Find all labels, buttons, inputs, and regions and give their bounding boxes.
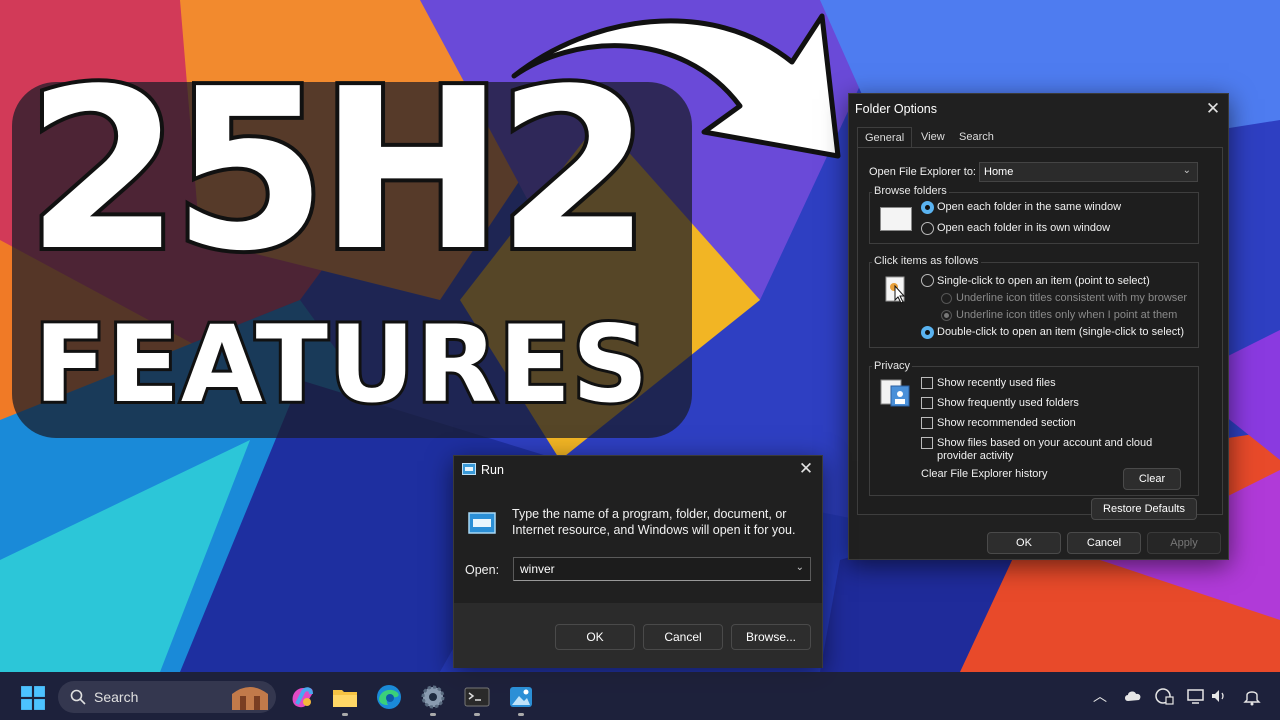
radio-underline-point[interactable]: [941, 310, 952, 321]
tab-view-label: View: [921, 131, 945, 143]
chevron-up-icon[interactable]: ︿: [1090, 686, 1110, 706]
chevron-down-icon[interactable]: ⌄: [796, 562, 804, 573]
chevron-down-icon: ⌄: [1182, 165, 1191, 176]
cancel-button[interactable]: Cancel: [1067, 532, 1141, 554]
browse-folders-label: Browse folders: [872, 185, 949, 197]
run-dialog: Run ✕ Type the name of a program, folder…: [453, 455, 823, 668]
open-explorer-dropdown[interactable]: Home ⌄: [979, 162, 1198, 182]
settings-icon[interactable]: [420, 684, 446, 710]
copilot-icon[interactable]: [289, 684, 315, 710]
taskbar-search-label: Search: [94, 689, 139, 705]
own-window-label[interactable]: Open each folder in its own window: [937, 222, 1110, 234]
run-description: Type the name of a program, folder, docu…: [512, 507, 796, 537]
search-icon: [70, 689, 86, 705]
account-files-label-2[interactable]: provider activity: [937, 450, 1013, 462]
underline-browser-label[interactable]: Underline icon titles consistent with my…: [956, 292, 1187, 304]
radio-own-window[interactable]: [921, 222, 934, 235]
click-items-label: Click items as follows: [872, 255, 981, 267]
start-icon[interactable]: [20, 685, 46, 711]
taskbar-search-box[interactable]: Search: [58, 681, 276, 713]
frequent-folders-label[interactable]: Show frequently used folders: [937, 397, 1079, 409]
checkbox-frequent-folders[interactable]: [921, 397, 933, 409]
window-preview-icon: [880, 207, 912, 231]
browse-folders-group: [869, 192, 1199, 244]
close-icon[interactable]: ✕: [792, 458, 820, 480]
running-indicator: [342, 713, 348, 716]
run-cancel-button[interactable]: Cancel: [643, 624, 723, 650]
running-indicator: [518, 713, 524, 716]
tab-search[interactable]: Search: [952, 127, 1001, 148]
run-program-icon: [468, 512, 496, 534]
vpn-icon[interactable]: [1154, 686, 1174, 706]
radio-single-click[interactable]: [921, 274, 934, 287]
account-files-label-1[interactable]: Show files based on your account and clo…: [937, 437, 1152, 449]
tab-view[interactable]: View: [914, 127, 952, 148]
curved-arrow-icon: [511, 13, 841, 159]
volume-icon[interactable]: [1209, 686, 1229, 706]
photos-icon[interactable]: [508, 684, 534, 710]
radio-same-window[interactable]: [921, 201, 934, 214]
file-explorer-icon[interactable]: [332, 684, 358, 710]
privacy-files-icon: [880, 379, 910, 407]
run-command-input[interactable]: winver ⌄: [513, 557, 811, 581]
tab-strip: General View Search: [857, 127, 1223, 149]
terminal-icon[interactable]: [464, 684, 490, 710]
network-icon[interactable]: [1186, 686, 1206, 706]
run-title: Run: [481, 463, 504, 477]
recommended-label[interactable]: Show recommended section: [937, 417, 1076, 429]
ok-button[interactable]: OK: [987, 532, 1061, 554]
same-window-label[interactable]: Open each folder in the same window: [937, 201, 1121, 213]
open-explorer-value: Home: [984, 166, 1014, 178]
running-indicator: [474, 713, 480, 716]
checkbox-recommended[interactable]: [921, 417, 933, 429]
double-click-label[interactable]: Double-click to open an item (single-cli…: [937, 326, 1184, 338]
tab-general[interactable]: General: [857, 127, 913, 149]
clear-history-button[interactable]: Clear: [1123, 468, 1181, 490]
radio-underline-browser[interactable]: [941, 293, 952, 304]
underline-point-label[interactable]: Underline icon titles only when I point …: [956, 309, 1177, 321]
open-label: Open:: [465, 563, 500, 577]
run-app-icon: [462, 463, 476, 475]
privacy-label: Privacy: [872, 360, 913, 372]
tab-general-label: General: [865, 132, 905, 144]
run-command-value: winver: [520, 562, 555, 576]
taskbar: Search ︿: [0, 672, 1280, 720]
edge-icon[interactable]: [376, 684, 402, 710]
tab-search-label: Search: [959, 131, 994, 143]
restore-defaults-button[interactable]: Restore Defaults: [1091, 498, 1197, 520]
search-highlight-icon: [232, 687, 268, 710]
pointer-document-icon: [885, 276, 906, 304]
clear-history-label: Clear File Explorer history: [921, 468, 1048, 480]
folder-options-dialog: Folder Options ✕ General View Search Ope…: [848, 93, 1229, 560]
radio-double-click[interactable]: [921, 326, 934, 339]
single-click-label[interactable]: Single-click to open an item (point to s…: [937, 275, 1150, 287]
apply-button[interactable]: Apply: [1147, 532, 1221, 554]
run-browse-button[interactable]: Browse...: [731, 624, 811, 650]
folder-options-title: Folder Options: [855, 102, 937, 116]
run-ok-button[interactable]: OK: [555, 624, 635, 650]
checkbox-recent-files[interactable]: [921, 377, 933, 389]
close-icon[interactable]: ✕: [1199, 98, 1227, 120]
notification-icon[interactable]: [1242, 686, 1262, 706]
running-indicator: [430, 713, 436, 716]
checkbox-account-files[interactable]: [921, 437, 933, 449]
cloud-icon[interactable]: [1123, 686, 1143, 706]
headline-features: FEATURES: [31, 303, 651, 426]
open-explorer-label: Open File Explorer to:: [869, 166, 976, 178]
recent-files-label[interactable]: Show recently used files: [937, 377, 1056, 389]
